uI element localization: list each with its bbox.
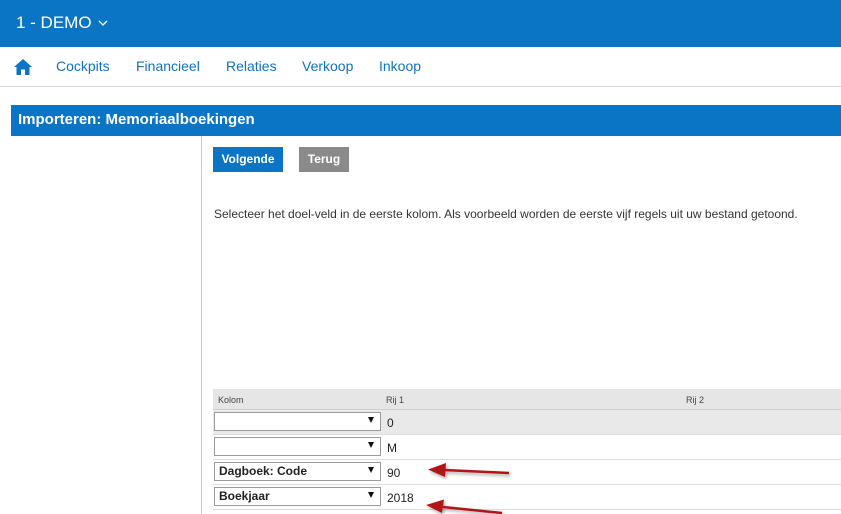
table-row: Dagboek: Code 90 — [213, 460, 841, 485]
back-button[interactable]: Terug — [299, 147, 349, 172]
dropdown-arrow-icon — [368, 492, 374, 498]
company-selector[interactable]: 1 - DEMO — [16, 13, 109, 33]
home-icon[interactable] — [13, 58, 33, 76]
table-row: Boekjaar 2018 — [213, 485, 841, 510]
page-title-bar: Importeren: Memoriaalboekingen — [11, 105, 841, 136]
dropdown-arrow-icon — [368, 442, 374, 448]
column-header-kolom: Kolom — [218, 395, 244, 405]
row1-cell: M — [387, 441, 397, 455]
target-field-select[interactable] — [214, 412, 381, 431]
nav-item-cockpits[interactable]: Cockpits — [56, 58, 110, 74]
table-header: Kolom Rij 1 Rij 2 — [213, 389, 841, 410]
main-nav: Cockpits Financieel Relaties Verkoop Ink… — [0, 47, 841, 87]
nav-item-inkoop[interactable]: Inkoop — [379, 58, 421, 74]
nav-item-verkoop[interactable]: Verkoop — [302, 58, 353, 74]
instruction-text: Selecteer het doel-veld in de eerste kol… — [214, 207, 798, 221]
column-header-rij2: Rij 2 — [686, 395, 705, 405]
table-row: 0 — [213, 410, 841, 435]
nav-item-financieel[interactable]: Financieel — [136, 58, 200, 74]
next-button[interactable]: Volgende — [213, 147, 283, 172]
chevron-down-icon — [98, 20, 108, 26]
row1-cell: 2018 — [387, 491, 414, 505]
nav-item-relaties[interactable]: Relaties — [226, 58, 277, 74]
left-panel — [11, 136, 202, 514]
page-title: Importeren: Memoriaalboekingen — [18, 111, 255, 128]
target-field-select[interactable]: Boekjaar — [214, 487, 381, 506]
row1-cell: 0 — [387, 416, 394, 430]
select-value: Boekjaar — [219, 489, 270, 503]
select-value: Dagboek: Code — [219, 464, 308, 478]
target-field-select[interactable]: Dagboek: Code — [214, 462, 381, 481]
dropdown-arrow-icon — [368, 467, 374, 473]
dropdown-arrow-icon — [368, 417, 374, 423]
company-name: 1 - DEMO — [16, 13, 92, 32]
column-header-rij1: Rij 1 — [386, 395, 405, 405]
table-row: M — [213, 435, 841, 460]
top-bar: 1 - DEMO — [0, 0, 841, 47]
target-field-select[interactable] — [214, 437, 381, 456]
row1-cell: 90 — [387, 466, 401, 480]
mapping-table: Kolom Rij 1 Rij 2 0 M Dagboek: Code 90 B… — [213, 389, 841, 510]
